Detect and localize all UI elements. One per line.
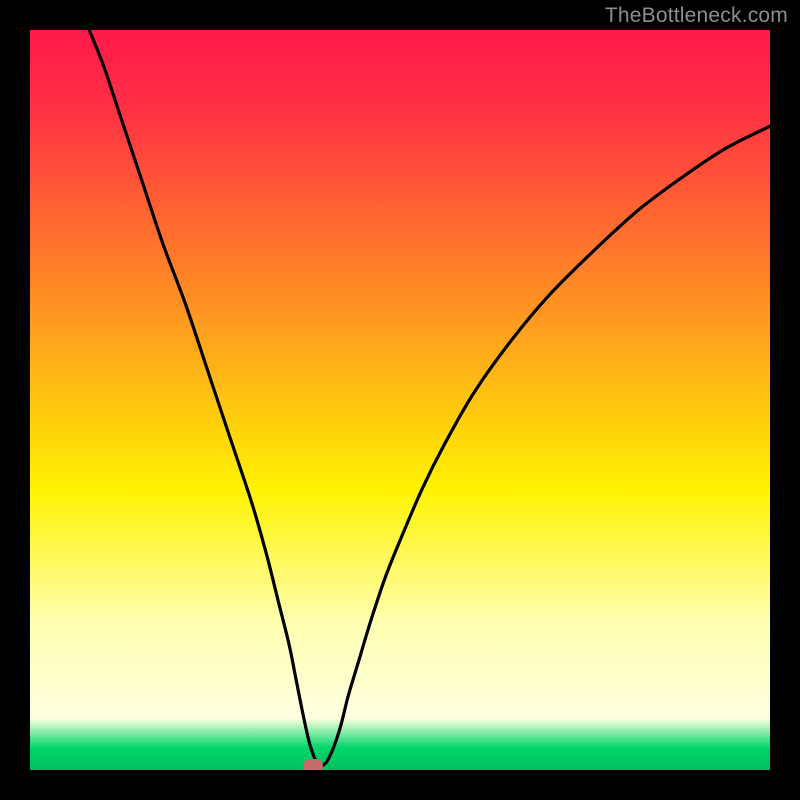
- optimal-point-marker: [303, 759, 323, 770]
- curve-layer: [30, 30, 770, 770]
- watermark-label: TheBottleneck.com: [605, 4, 788, 28]
- plot-area: [30, 30, 770, 770]
- bottleneck-curve: [89, 30, 770, 766]
- stage: TheBottleneck.com: [0, 0, 800, 800]
